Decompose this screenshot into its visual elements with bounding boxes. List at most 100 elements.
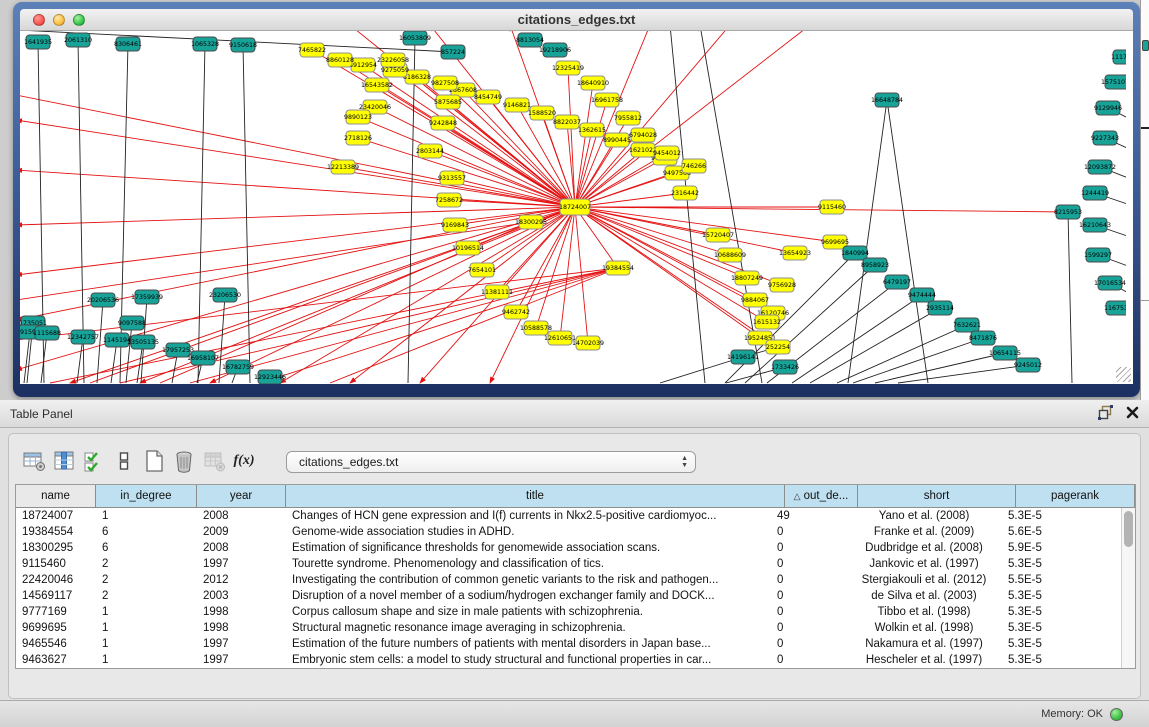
table-cell[interactable]: Dudbridge et al. (2008) (844, 542, 1002, 554)
table-cell[interactable]: 2 (96, 590, 197, 602)
table-cell[interactable]: 18724007 (16, 510, 96, 522)
graph-node[interactable]: 12325419 (552, 61, 584, 75)
graph-node[interactable]: 9115460 (818, 200, 846, 214)
column-header-in_degree[interactable]: in_degree (96, 485, 197, 507)
graph-node[interactable]: 6794028 (629, 128, 657, 142)
graph-node[interactable]: 15720407 (702, 228, 734, 242)
graph-node[interactable]: 7654101 (468, 263, 496, 277)
column-header-out_de[interactable]: △out_de... (785, 485, 858, 507)
table-row[interactable]: 946362711997Embryonic stem cells: a mode… (16, 652, 1121, 668)
table-cell[interactable]: Genome-wide association studies in ADHD. (286, 526, 771, 538)
resize-grip[interactable] (1116, 367, 1131, 382)
table-cell[interactable]: 1997 (197, 558, 286, 570)
table-cell[interactable]: 2 (96, 574, 197, 586)
table-cell[interactable]: 5.3E-5 (1002, 606, 1121, 618)
table-cell[interactable]: 0 (771, 638, 844, 650)
table-cell[interactable]: Tourette syndrome. Phenomenology and cla… (286, 558, 771, 570)
graph-node[interactable]: 13654923 (779, 246, 811, 260)
table-cell[interactable]: 5.3E-5 (1002, 510, 1121, 522)
table-cell[interactable]: Franke et al. (2009) (844, 526, 1002, 538)
select-columns-icon[interactable] (49, 447, 79, 475)
graph-edge[interactable] (443, 123, 575, 207)
graph-node[interactable]: 1588520 (528, 106, 556, 120)
table-row[interactable]: 969969511998Structural magnetic resonanc… (16, 620, 1121, 636)
graph-node[interactable]: 9454012 (653, 146, 681, 160)
graph-edge[interactable] (575, 31, 810, 207)
graph-edge[interactable] (260, 268, 618, 383)
table-cell[interactable]: 0 (771, 542, 844, 554)
graph-node[interactable]: 8454749 (474, 90, 502, 104)
graph-node[interactable]: 12923446 (254, 370, 286, 384)
graph-node[interactable]: 8215953 (1054, 205, 1082, 219)
table-cell[interactable]: 14569117 (16, 590, 96, 602)
graph-node[interactable]: 9097588 (118, 316, 146, 330)
table-scrollbar[interactable] (1121, 508, 1135, 668)
graph-edge[interactable] (575, 140, 617, 207)
graph-edge[interactable] (280, 207, 575, 383)
graph-node[interactable]: 11381111 (481, 285, 513, 299)
table-cell[interactable]: 6 (96, 542, 197, 554)
table-cell[interactable]: Estimation of significance thresholds fo… (286, 542, 771, 554)
table-row[interactable]: 2242004622012Investigating the contribut… (16, 572, 1121, 588)
column-header-year[interactable]: year (197, 485, 286, 507)
graph-edge[interactable] (792, 295, 922, 383)
table-cell[interactable]: 1 (96, 654, 197, 666)
float-panel-icon[interactable] (1098, 405, 1113, 425)
table-cell[interactable]: Stergiakouli et al. (2012) (844, 574, 1002, 586)
graph-node[interactable]: 18807249 (731, 271, 763, 285)
graph-node[interactable]: 13505135 (127, 335, 159, 349)
graph-node[interactable]: 16648784 (871, 93, 903, 107)
graph-node[interactable]: 9474444 (908, 288, 936, 302)
table-cell[interactable]: 5.9E-5 (1002, 542, 1121, 554)
table-cell[interactable]: Wolkin et al. (1998) (844, 622, 1002, 634)
graph-edge[interactable] (20, 120, 575, 207)
table-cell[interactable]: 5.5E-5 (1002, 574, 1121, 586)
graph-edge[interactable] (568, 68, 575, 207)
table-cell[interactable]: 18300295 (16, 542, 96, 554)
table-cell[interactable]: 2003 (197, 590, 286, 602)
table-cell[interactable]: 9463627 (16, 654, 96, 666)
table-cell[interactable]: 5.3E-5 (1002, 622, 1121, 634)
graph-node[interactable]: 20206536 (87, 293, 119, 307)
graph-node[interactable]: 10196514 (452, 241, 484, 255)
graph-node[interactable]: 16782759 (222, 360, 254, 374)
table-cell[interactable]: 5.3E-5 (1002, 558, 1121, 570)
table-cell[interactable]: 2012 (197, 574, 286, 586)
graph-node[interactable]: 1599297 (1084, 248, 1112, 262)
graph-edge[interactable] (20, 207, 575, 225)
graph-node[interactable]: 16210643 (1079, 218, 1111, 232)
table-row[interactable]: 1938455462009Genome-wide association stu… (16, 524, 1121, 540)
graph-node[interactable]: 2803144 (416, 144, 444, 158)
graph-node[interactable]: 18640910 (577, 76, 609, 90)
table-cell[interactable]: Yano et al. (2008) (844, 510, 1002, 522)
graph-node[interactable]: 1244419 (1081, 186, 1109, 200)
row-height-icon[interactable] (109, 447, 139, 475)
graph-node[interactable]: 6479197 (883, 275, 911, 289)
table-cell[interactable]: 5.6E-5 (1002, 526, 1121, 538)
graph-node[interactable]: 746266 (682, 159, 706, 173)
close-panel-icon[interactable] (1126, 406, 1139, 424)
column-header-title[interactable]: title (286, 485, 785, 507)
graph-node[interactable]: 8822037 (553, 115, 581, 129)
table-cell[interactable]: 0 (771, 558, 844, 570)
graph-node[interactable]: 7632621 (953, 318, 981, 332)
graph-edge[interactable] (898, 365, 1028, 383)
graph-node[interactable]: 10654115 (989, 346, 1021, 360)
graph-node[interactable]: 17359939 (131, 290, 163, 304)
table-cell[interactable]: 1 (96, 606, 197, 618)
graph-edge[interactable] (198, 44, 205, 383)
graph-node[interactable]: 252254 (766, 340, 790, 354)
table-cell[interactable]: Corpus callosum shape and size in male p… (286, 606, 771, 618)
table-row[interactable]: 911546021997Tourette syndrome. Phenomeno… (16, 556, 1121, 572)
table-cell[interactable]: 9699695 (16, 622, 96, 634)
graph-node[interactable]: 7955812 (614, 111, 642, 125)
graph-node[interactable]: 16053809 (399, 31, 431, 45)
table-cell[interactable]: Embryonic stem cells: a model to study s… (286, 654, 771, 666)
graph-node[interactable]: 2316442 (671, 186, 699, 200)
graph-edge[interactable] (837, 325, 967, 383)
delete-table-icon[interactable] (169, 447, 199, 475)
graph-node[interactable]: 9462742 (502, 305, 530, 319)
new-table-icon[interactable] (139, 447, 169, 475)
graph-node[interactable]: 9245012 (1014, 358, 1042, 372)
graph-node[interactable]: 5875685 (434, 95, 462, 109)
